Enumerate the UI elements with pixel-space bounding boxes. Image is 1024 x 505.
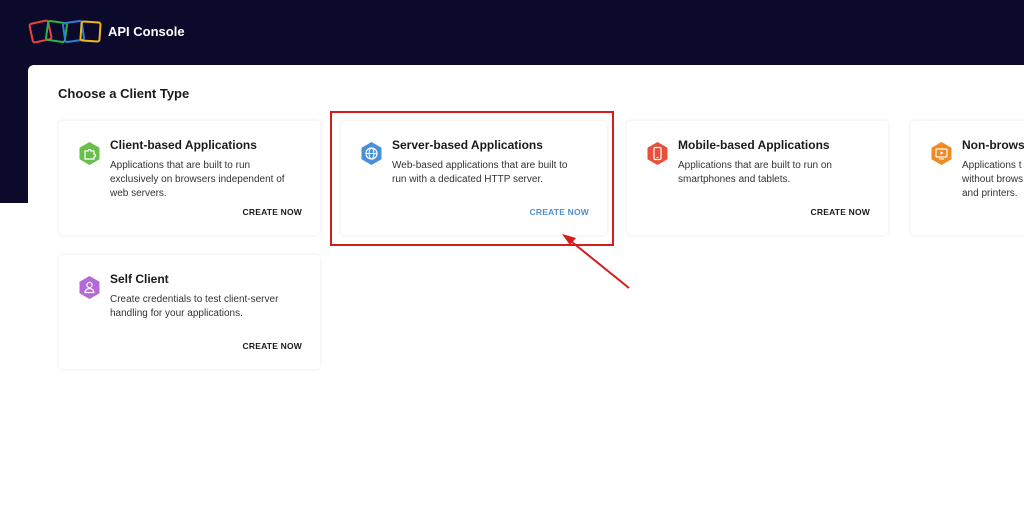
puzzle-icon xyxy=(77,141,102,166)
app-brand[interactable]: API Console xyxy=(28,18,185,44)
card-description: Applications that are built to run exclu… xyxy=(110,160,285,199)
card-title: Self Client xyxy=(110,272,169,286)
card-title: Client-based Applications xyxy=(110,138,257,152)
user-icon xyxy=(77,275,102,300)
create-now-button[interactable]: CREATE NOW xyxy=(243,341,302,351)
mobile-phone-icon xyxy=(645,141,670,166)
card-title: Non-browse xyxy=(962,138,1024,152)
create-now-button[interactable]: CREATE NOW xyxy=(243,207,302,217)
card-client-based[interactable]: Client-based Applications Applications t… xyxy=(59,121,320,235)
card-description: Applications that are built to run on sm… xyxy=(678,160,832,185)
card-description: Applications t without brows and printer… xyxy=(962,160,1024,199)
card-self-client[interactable]: Self Client Create credentials to test c… xyxy=(59,255,320,369)
card-description: Create credentials to test client-server… xyxy=(110,294,279,319)
app-title: API Console xyxy=(108,23,185,39)
page-heading: Choose a Client Type xyxy=(58,86,190,101)
card-mobile-based[interactable]: Mobile-based Applications Applications t… xyxy=(627,121,888,235)
create-now-button[interactable]: CREATE NOW xyxy=(811,207,870,217)
zoho-logo xyxy=(28,18,102,44)
card-non-browser[interactable]: Non-browse Applications t without brows … xyxy=(911,121,1024,235)
tv-screen-icon xyxy=(929,141,954,166)
card-title: Mobile-based Applications xyxy=(678,138,830,152)
highlight-box xyxy=(330,111,614,246)
